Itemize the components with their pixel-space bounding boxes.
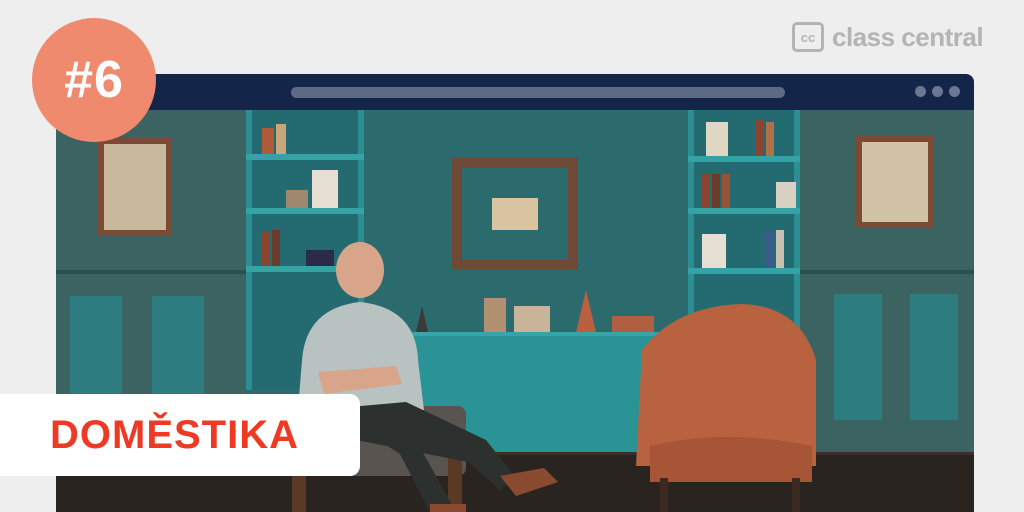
domestika-logo-text: DOMĚSTIKA: [50, 412, 299, 457]
domestika-logo: DOMĚSTIKA: [0, 394, 360, 476]
browser-toolbar: [56, 74, 974, 110]
address-bar: [291, 87, 785, 98]
class-central-name: class central: [832, 21, 984, 52]
class-central-logo: cc class central: [792, 20, 984, 54]
class-central-logo-icon: cc: [792, 22, 824, 52]
dot: [932, 86, 943, 97]
rank-badge-text: #6: [64, 51, 124, 109]
dot: [915, 86, 926, 97]
window-dots-icon: [915, 86, 960, 97]
dot: [949, 86, 960, 97]
rank-badge: #6: [32, 18, 156, 142]
